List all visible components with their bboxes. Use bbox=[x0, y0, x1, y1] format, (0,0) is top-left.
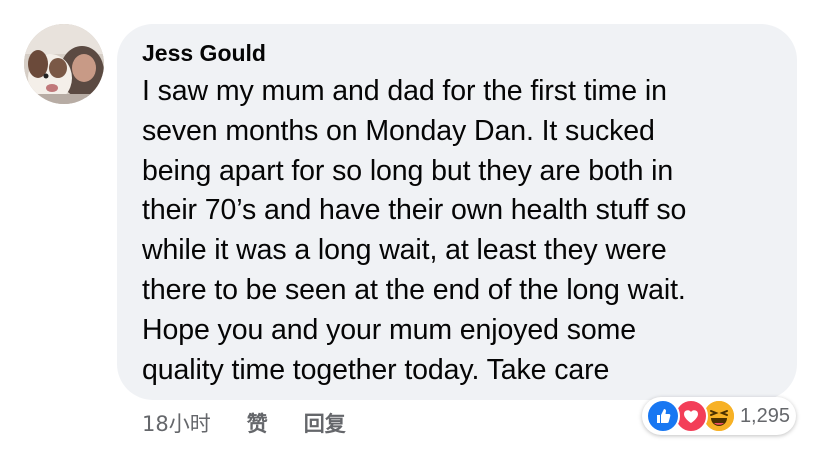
comment-text: I saw my mum and dad for the first time … bbox=[142, 75, 687, 386]
comment-container: Jess Gould I saw my mum and dad for the … bbox=[0, 0, 828, 462]
like-button[interactable]: 赞 bbox=[247, 408, 268, 438]
comment-author[interactable]: Jess Gould bbox=[142, 38, 777, 68]
comment-timestamp[interactable]: 18小时 bbox=[142, 408, 211, 438]
comment-bubble: Jess Gould I saw my mum and dad for the … bbox=[117, 24, 797, 400]
like-icon bbox=[645, 399, 680, 433]
profile-photo bbox=[24, 24, 104, 104]
comment-actions: 18小时 赞 回复 bbox=[142, 408, 346, 438]
avatar[interactable] bbox=[24, 24, 104, 104]
reaction-summary[interactable]: 1,295 bbox=[641, 397, 796, 435]
reaction-count: 1,295 bbox=[739, 404, 790, 427]
reply-button[interactable]: 回复 bbox=[304, 408, 346, 438]
